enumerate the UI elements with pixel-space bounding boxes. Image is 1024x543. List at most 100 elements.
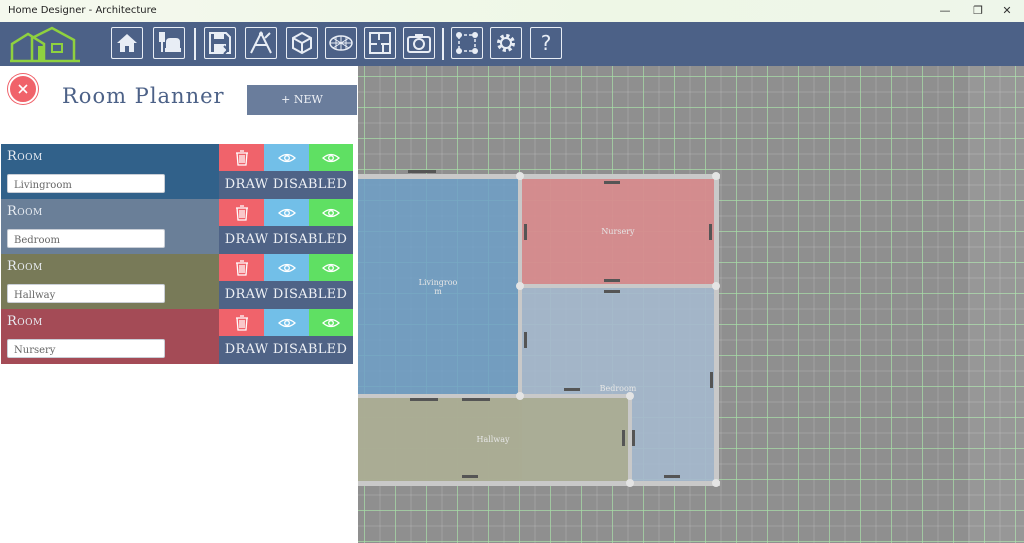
select-points-button[interactable]: [451, 27, 483, 59]
floorplan-icon: [369, 32, 391, 54]
help-button[interactable]: ?: [530, 27, 562, 59]
room-label: Room: [7, 149, 43, 164]
cube-icon: [292, 31, 312, 55]
room-actions: DRAW DISABLED: [219, 199, 353, 254]
room-row-bedroom: Room DRAW DISABLED: [1, 199, 353, 254]
dimension-marker: [564, 388, 580, 391]
dimension-marker: [604, 181, 620, 184]
delete-room-button[interactable]: [219, 199, 264, 226]
dimension-marker: [710, 372, 713, 388]
delete-room-button[interactable]: [219, 144, 264, 171]
mesh-button[interactable]: [325, 27, 357, 59]
room-actions: DRAW DISABLED: [219, 144, 353, 199]
vertex-handle[interactable]: [516, 172, 524, 180]
dimension-marker: [524, 332, 527, 348]
close-panel-button[interactable]: [8, 74, 38, 104]
room-name-input[interactable]: [7, 229, 165, 248]
dimension-marker: [462, 475, 478, 478]
wall: [358, 481, 720, 486]
room-actions: DRAW DISABLED: [219, 309, 353, 364]
delete-room-button[interactable]: [219, 309, 264, 336]
toggle-visibility-button[interactable]: [264, 144, 309, 171]
canvas-edge-shade: [968, 66, 1024, 543]
eye-icon: [322, 318, 340, 327]
vertex-handle[interactable]: [712, 172, 720, 180]
vertex-handle[interactable]: [626, 392, 634, 400]
toggle-3d-visibility-button[interactable]: [309, 199, 353, 226]
eye-icon: [277, 263, 296, 272]
compass-draw-icon: [250, 30, 272, 54]
select-points-icon: [456, 32, 478, 54]
save-icon: [209, 32, 231, 55]
dimension-marker: [632, 430, 635, 446]
room-planner-panel: Room Planner + NEW Room DRAW DISABLED Ro…: [0, 66, 358, 543]
mesh-icon: [329, 35, 353, 51]
vertex-handle[interactable]: [712, 282, 720, 290]
wall: [358, 394, 632, 398]
floorplan-button[interactable]: [364, 27, 396, 59]
camera-icon: [407, 34, 431, 53]
floorplan-canvas[interactable]: Livingroom Nursery Bedroom Hallway: [358, 66, 1024, 543]
dimension-marker: [709, 224, 712, 240]
room-name-input[interactable]: [7, 339, 165, 358]
room-row-hallway: Room DRAW DISABLED: [1, 254, 353, 309]
toggle-visibility-button[interactable]: [264, 309, 309, 336]
close-icon: [18, 84, 28, 94]
close-window-button[interactable]: ✕: [990, 0, 1024, 22]
vertex-handle[interactable]: [626, 479, 634, 487]
delete-room-button[interactable]: [219, 254, 264, 281]
vertex-handle[interactable]: [516, 282, 524, 290]
window-title: Home Designer - Architecture: [8, 5, 157, 16]
3d-view-button[interactable]: [286, 27, 318, 59]
toggle-visibility-button[interactable]: [264, 199, 309, 226]
room-label: Room: [7, 314, 43, 329]
app-logo: [8, 24, 82, 64]
toolbar-separator: [194, 28, 196, 60]
room-actions: DRAW DISABLED: [219, 254, 353, 309]
draw-tool-button[interactable]: [245, 27, 277, 59]
vertex-handle[interactable]: [712, 479, 720, 487]
dimension-marker: [604, 290, 620, 293]
dimension-marker: [664, 475, 680, 478]
room-row-nursery: Room DRAW DISABLED: [1, 309, 353, 364]
eye-icon: [277, 318, 296, 327]
room-label-nursery: Nursery: [601, 227, 635, 236]
furniture-button[interactable]: [153, 27, 185, 59]
toggle-3d-visibility-button[interactable]: [309, 309, 353, 336]
vertex-handle[interactable]: [516, 392, 524, 400]
trash-icon: [235, 149, 248, 166]
room-row-livingroom: Room DRAW DISABLED: [1, 144, 353, 199]
room-name-input[interactable]: [7, 174, 165, 193]
room-card: Room: [1, 144, 219, 199]
draw-toggle-button[interactable]: DRAW DISABLED: [219, 336, 353, 364]
room-name-input[interactable]: [7, 284, 165, 303]
draw-toggle-button[interactable]: DRAW DISABLED: [219, 226, 353, 254]
new-room-button[interactable]: + NEW: [247, 85, 357, 115]
toggle-visibility-button[interactable]: [264, 254, 309, 281]
room-nursery[interactable]: Nursery: [522, 179, 714, 284]
toolbar-separator: [442, 28, 444, 60]
toggle-3d-visibility-button[interactable]: [309, 144, 353, 171]
help-icon: ?: [540, 31, 552, 55]
settings-button[interactable]: [490, 27, 522, 59]
title-bar: Home Designer - Architecture — ❐ ✕: [0, 0, 1024, 22]
dimension-marker: [622, 430, 625, 446]
eye-icon: [277, 208, 296, 217]
room-label-hallway: Hallway: [476, 435, 510, 444]
draw-toggle-button[interactable]: DRAW DISABLED: [219, 171, 353, 199]
furniture-icon: [159, 32, 181, 52]
camera-button[interactable]: [403, 27, 435, 59]
panel-title: Room Planner: [62, 84, 225, 108]
room-card: Room: [1, 199, 219, 254]
toggle-3d-visibility-button[interactable]: [309, 254, 353, 281]
dimension-marker: [604, 279, 620, 282]
dimension-marker: [410, 398, 438, 401]
room-card: Room: [1, 309, 219, 364]
save-button[interactable]: [204, 27, 236, 59]
main-toolbar: ?: [0, 22, 1024, 66]
draw-toggle-button[interactable]: DRAW DISABLED: [219, 281, 353, 309]
minimize-button[interactable]: —: [928, 0, 962, 22]
home-button[interactable]: [111, 27, 143, 59]
room-livingroom[interactable]: Livingroom: [358, 179, 518, 394]
room-hallway[interactable]: Hallway: [358, 398, 628, 481]
